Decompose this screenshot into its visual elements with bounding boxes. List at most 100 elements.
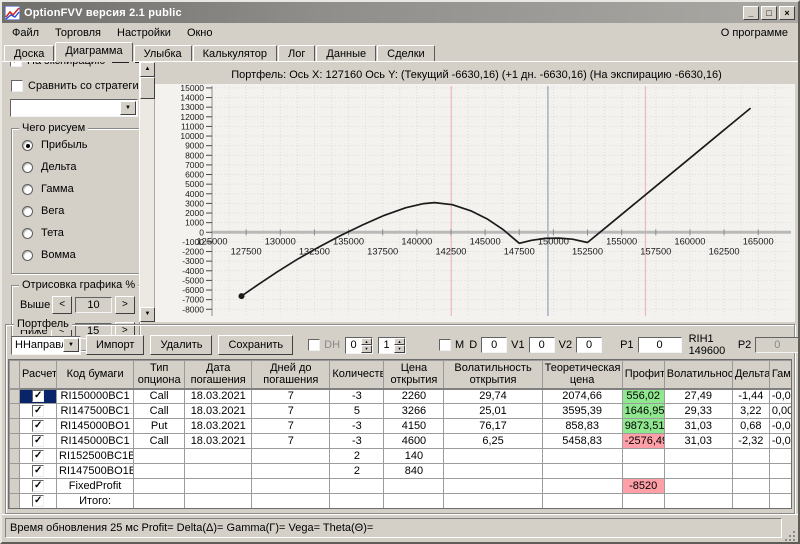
cell-vol[interactable] (663, 463, 733, 479)
cell-open_price[interactable]: 140 (383, 448, 445, 464)
cell-gamma[interactable]: -0,0002 (768, 388, 791, 404)
cell-type[interactable]: Call (133, 433, 186, 449)
chevron-down-icon[interactable]: ▼ (120, 101, 136, 115)
cell-delta[interactable]: 0,68 (731, 418, 770, 434)
menu-item-3[interactable]: Настройки (109, 25, 179, 41)
scroll-up-icon[interactable]: ▲ (140, 62, 155, 77)
cell-date[interactable]: 18.03.2021 (184, 433, 253, 449)
cell-days[interactable] (251, 478, 331, 494)
cell-days[interactable]: 7 (251, 403, 331, 419)
cell-calc[interactable] (18, 433, 58, 449)
cell-date[interactable] (184, 463, 253, 479)
cell-qty[interactable]: -3 (329, 418, 385, 434)
maximize-icon[interactable]: □ (761, 5, 777, 20)
cell-profit[interactable] (621, 448, 665, 464)
импорт-button[interactable]: Импорт (86, 335, 145, 355)
cell-days[interactable]: 7 (251, 418, 331, 434)
cell-code[interactable]: Итого: (56, 493, 135, 508)
tab-улыбка[interactable]: Улыбка (133, 45, 192, 62)
cell-profit[interactable] (621, 463, 665, 479)
cell-open_price[interactable] (383, 478, 445, 494)
cell-delta[interactable]: -1,44 (731, 388, 770, 404)
cell-days[interactable]: 7 (251, 388, 331, 404)
strategy-select[interactable]: ▼ (10, 99, 138, 117)
cell-type[interactable]: Put (133, 418, 186, 434)
spin-down-icon[interactable]: ▼ (361, 345, 373, 353)
cell-open_vol[interactable]: 6,25 (443, 433, 543, 449)
expiration-checkbox[interactable] (10, 62, 22, 67)
cell-gamma[interactable]: 0,00030 (768, 403, 791, 419)
cell-profit[interactable] (621, 493, 665, 508)
cell-code[interactable]: FixedProfit (56, 478, 135, 494)
scrollbar-thumb[interactable] (140, 77, 155, 99)
cell-date[interactable] (184, 478, 253, 494)
cell-calc[interactable] (18, 478, 58, 494)
cell-delta[interactable] (731, 463, 770, 479)
cell-code[interactable]: RI145000BC1 (56, 433, 135, 449)
cell-open_vol[interactable]: 76,17 (443, 418, 543, 434)
m-checkbox[interactable] (439, 339, 452, 351)
cell-profit[interactable]: 1646,95 (621, 403, 665, 419)
cell-qty[interactable] (329, 478, 385, 494)
d-input[interactable]: 0 (481, 337, 508, 353)
radio-вега[interactable] (22, 205, 33, 217)
tab-доска[interactable]: Доска (4, 45, 55, 62)
calc-checkbox[interactable] (32, 480, 45, 492)
cell-theo[interactable]: 858,83 (541, 418, 623, 434)
cell-delta[interactable] (731, 493, 770, 508)
cell-calc[interactable] (18, 403, 58, 419)
cell-delta[interactable] (731, 448, 770, 464)
cell-delta[interactable]: -2,32 (731, 433, 770, 449)
tab-диаграмма[interactable]: Диаграмма (55, 42, 133, 62)
cell-type[interactable] (133, 448, 186, 464)
radio-прибыль[interactable] (22, 139, 33, 151)
cell-qty[interactable]: 2 (329, 463, 385, 479)
calc-checkbox[interactable] (32, 450, 45, 462)
cell-theo[interactable]: 2074,66 (541, 388, 623, 404)
cell-calc[interactable] (18, 388, 58, 404)
menu-item-about[interactable]: О программе (717, 25, 792, 41)
удалить-button[interactable]: Удалить (150, 335, 213, 355)
cell-days[interactable] (251, 463, 331, 479)
calc-checkbox[interactable] (32, 465, 45, 477)
cell-gamma[interactable]: -0,00014 (768, 418, 791, 434)
spin-up-icon[interactable]: ▲ (394, 337, 406, 345)
cell-gamma[interactable] (768, 463, 791, 479)
calc-checkbox[interactable] (32, 435, 45, 447)
cell-open_vol[interactable]: 25,01 (443, 403, 543, 419)
compare-strategy-checkbox[interactable] (11, 80, 23, 92)
tab-данные[interactable]: Данные (316, 45, 377, 62)
cell-gamma[interactable]: -0,00014 (768, 433, 791, 449)
resize-grip[interactable] (783, 529, 795, 541)
cell-open_vol[interactable] (443, 448, 543, 464)
v1-input[interactable]: 0 (528, 337, 555, 353)
tab-калькулятор[interactable]: Калькулятор (192, 45, 278, 62)
cell-open_vol[interactable] (443, 493, 543, 508)
row-header-strip[interactable] (9, 478, 20, 494)
row-header-strip[interactable] (9, 418, 20, 434)
cell-open_price[interactable] (383, 493, 445, 508)
cell-profit[interactable]: 556,02 (621, 388, 665, 404)
cell-calc[interactable] (18, 448, 58, 464)
spin-down-icon[interactable]: ▼ (394, 345, 406, 353)
range-above-increment-icon[interactable]: > (114, 296, 136, 314)
cell-date[interactable] (184, 448, 253, 464)
menu-item-1[interactable]: Файл (4, 25, 47, 41)
v2-input[interactable]: 0 (576, 337, 603, 353)
cell-calc[interactable] (18, 493, 58, 508)
radio-гамма[interactable] (22, 183, 33, 195)
menu-item-2[interactable]: Торговля (47, 25, 109, 41)
cell-open_vol[interactable]: 29,74 (443, 388, 543, 404)
cell-calc[interactable] (18, 463, 58, 479)
cell-days[interactable] (251, 448, 331, 464)
cell-vol[interactable]: 31,03 (663, 418, 733, 434)
tab-лог[interactable]: Лог (278, 45, 316, 62)
row-header-strip[interactable] (9, 493, 20, 508)
scroll-down-icon[interactable]: ▼ (140, 307, 155, 322)
cell-type[interactable] (133, 463, 186, 479)
p1-input[interactable]: 0 (637, 337, 682, 353)
cell-calc[interactable] (18, 418, 58, 434)
cell-date[interactable]: 18.03.2021 (184, 418, 253, 434)
tab-сделки[interactable]: Сделки (377, 45, 435, 62)
cell-open_price[interactable]: 3266 (383, 403, 445, 419)
